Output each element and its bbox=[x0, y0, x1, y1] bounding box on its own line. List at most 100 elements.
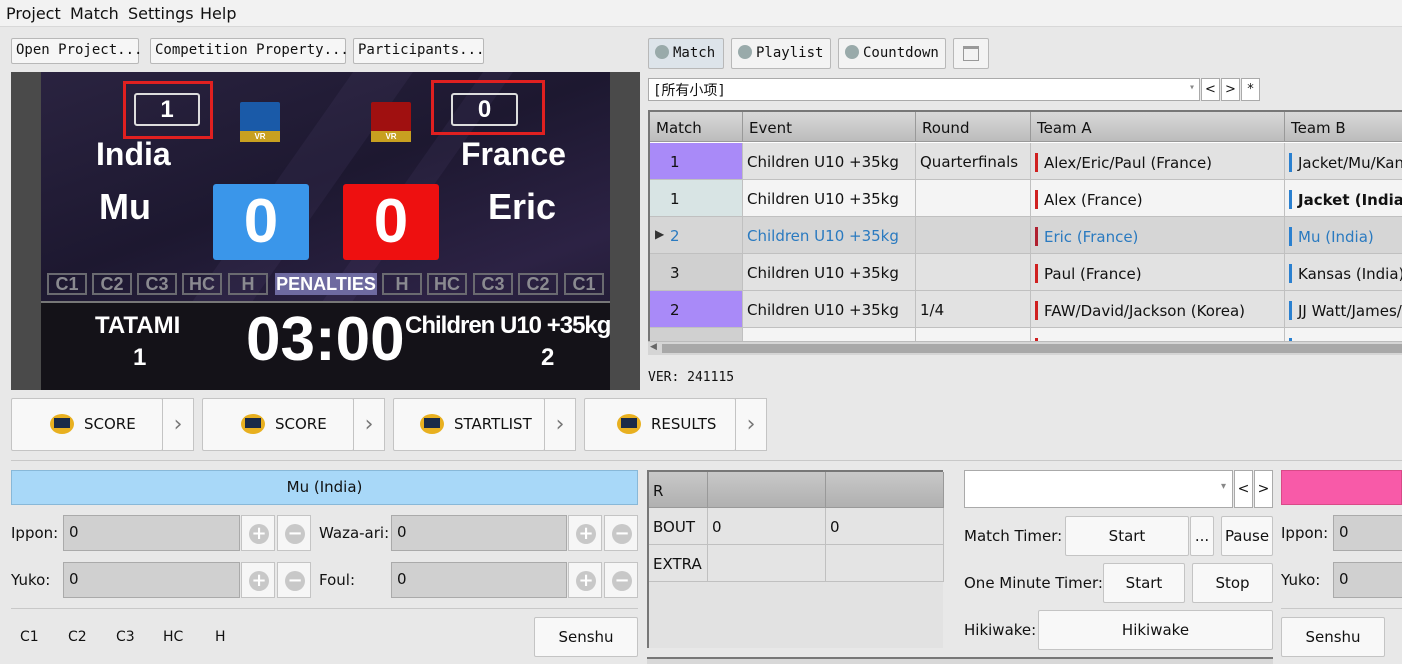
grid-cell[interactable]: 0 bbox=[708, 508, 826, 545]
table-cell-match[interactable]: ▶ 2 bbox=[650, 217, 743, 254]
display-3-chevron-right-icon[interactable]: › bbox=[544, 398, 576, 451]
one-minute-stop-button[interactable]: Stop bbox=[1192, 563, 1273, 603]
grid-cell[interactable] bbox=[708, 545, 826, 582]
foul-plus-button[interactable]: + bbox=[568, 562, 602, 598]
participants-button[interactable]: Participants... bbox=[353, 38, 484, 64]
table-cell-event[interactable]: Children U10 +35kg bbox=[743, 254, 916, 291]
menu-help[interactable]: Help bbox=[200, 4, 236, 23]
competition-property-button[interactable]: Competition Property... bbox=[150, 38, 349, 64]
ippon-b-field[interactable]: 0 bbox=[1333, 515, 1402, 551]
table-cell-team-b[interactable]: Kansas (India) bbox=[1285, 254, 1402, 291]
display-score-1-button[interactable]: SCORE bbox=[11, 398, 163, 451]
playlist-button[interactable]: Playlist bbox=[731, 38, 831, 69]
table-row-partial[interactable] bbox=[1285, 328, 1402, 342]
display-score-2-button[interactable]: SCORE bbox=[202, 398, 354, 451]
hikiwake-button[interactable]: Hikiwake bbox=[1038, 610, 1273, 650]
col-header-team-b[interactable]: Team B bbox=[1285, 112, 1402, 142]
countdown-button[interactable]: Countdown bbox=[838, 38, 946, 69]
table-cell-team-b[interactable]: Jacket/Mu/Kan bbox=[1285, 143, 1402, 180]
wazaari-field[interactable]: 0 bbox=[391, 515, 567, 551]
table-cell-event[interactable]: Children U10 +35kg bbox=[743, 217, 916, 254]
match-timer-start-button[interactable]: Start bbox=[1065, 516, 1189, 556]
col-header-match[interactable]: Match bbox=[650, 112, 743, 142]
display-results-button[interactable]: RESULTS bbox=[584, 398, 736, 451]
menu-settings[interactable]: Settings bbox=[128, 4, 194, 23]
penalty-c2-toggle[interactable]: C2 bbox=[68, 629, 87, 645]
yuko-field[interactable]: 0 bbox=[63, 562, 240, 598]
display-1-chevron-right-icon[interactable]: › bbox=[162, 398, 194, 451]
table-cell-round[interactable] bbox=[916, 254, 1031, 291]
senshu-a-button[interactable]: Senshu bbox=[534, 617, 638, 657]
table-row-partial[interactable] bbox=[916, 328, 1031, 342]
match-tab-button[interactable]: Match bbox=[648, 38, 724, 69]
table-cell-match[interactable]: 1 bbox=[650, 143, 743, 180]
table-cell-match[interactable]: 3 bbox=[650, 254, 743, 291]
penalty-c1-toggle[interactable]: C1 bbox=[20, 629, 39, 645]
wazaari-minus-button[interactable]: − bbox=[604, 515, 638, 551]
table-cell-team-a[interactable]: FAW/David/Jackson (Korea) bbox=[1031, 291, 1285, 328]
grid-cell[interactable] bbox=[826, 545, 944, 582]
table-cell-match[interactable]: 2 bbox=[650, 291, 743, 328]
timer-select[interactable] bbox=[964, 470, 1233, 508]
timer-prev-button[interactable]: < bbox=[1234, 470, 1253, 508]
table-cell-team-a[interactable]: Alex (France) bbox=[1031, 180, 1285, 217]
table-row-partial[interactable] bbox=[650, 328, 743, 342]
table-horizontal-scrollbar[interactable]: ◀ bbox=[648, 341, 1402, 355]
filter-next-button[interactable]: > bbox=[1221, 78, 1240, 101]
col-header-round[interactable]: Round bbox=[916, 112, 1031, 142]
table-row-partial[interactable] bbox=[743, 328, 916, 342]
ippon-minus-button[interactable]: − bbox=[277, 515, 311, 551]
filter-prev-button[interactable]: < bbox=[1201, 78, 1220, 101]
event-filter-select[interactable]: [所有小项] ▾ bbox=[648, 78, 1200, 101]
table-cell-team-a[interactable]: Eric (France) bbox=[1031, 217, 1285, 254]
wazaari-plus-button[interactable]: + bbox=[568, 515, 602, 551]
table-cell-round[interactable] bbox=[916, 180, 1031, 217]
table-cell-round[interactable] bbox=[916, 217, 1031, 254]
team-a-text: Paul (France) bbox=[1044, 265, 1142, 283]
table-cell-round[interactable]: 1/4 bbox=[916, 291, 1031, 328]
yuko-plus-button[interactable]: + bbox=[241, 562, 275, 598]
table-cell-team-a[interactable]: Paul (France) bbox=[1031, 254, 1285, 291]
match-timer-pause-button[interactable]: Pause bbox=[1221, 516, 1273, 556]
one-minute-start-button[interactable]: Start bbox=[1103, 563, 1185, 603]
scroll-left-icon[interactable]: ◀ bbox=[650, 342, 657, 352]
yuko-label: Yuko: bbox=[11, 571, 51, 589]
match-clock: 03:00 bbox=[246, 305, 405, 374]
display-startlist-button[interactable]: STARTLIST bbox=[393, 398, 545, 451]
senshu-b-button[interactable]: Senshu bbox=[1281, 617, 1385, 657]
timer-next-button[interactable]: > bbox=[1254, 470, 1273, 508]
table-cell-team-a[interactable]: Alex/Eric/Paul (France) bbox=[1031, 143, 1285, 180]
table-cell-event[interactable]: Children U10 +35kg bbox=[743, 143, 916, 180]
col-header-event[interactable]: Event bbox=[743, 112, 916, 142]
display-2-chevron-right-icon[interactable]: › bbox=[353, 398, 385, 451]
penalty-c3-toggle[interactable]: C3 bbox=[116, 629, 135, 645]
yuko-minus-button[interactable]: − bbox=[277, 562, 311, 598]
table-cell-event[interactable]: Children U10 +35kg bbox=[743, 291, 916, 328]
table-cell-match[interactable]: 1 bbox=[650, 180, 743, 217]
table-cell-team-b[interactable]: Jacket (India) bbox=[1285, 180, 1402, 217]
penalty-hc-toggle[interactable]: HC bbox=[163, 629, 183, 645]
open-project-button[interactable]: Open Project... bbox=[11, 38, 142, 64]
match-timer-more-button[interactable]: ... bbox=[1190, 516, 1214, 556]
window-button[interactable] bbox=[953, 38, 989, 69]
table-cell-team-b[interactable]: Mu (India) bbox=[1285, 217, 1402, 254]
table-cell-event[interactable]: Children U10 +35kg bbox=[743, 180, 916, 217]
col-header-team-a[interactable]: Team A bbox=[1031, 112, 1285, 142]
menu-match[interactable]: Match bbox=[70, 4, 119, 23]
grid-cell[interactable]: 0 bbox=[826, 508, 944, 545]
foul-field[interactable]: 0 bbox=[391, 562, 567, 598]
display-4-chevron-right-icon[interactable]: › bbox=[735, 398, 767, 451]
scrollbar-thumb[interactable] bbox=[662, 344, 1402, 353]
filter-star-button[interactable]: * bbox=[1241, 78, 1260, 101]
ippon-field[interactable]: 0 bbox=[63, 515, 240, 551]
penalty-right-c3: C3 bbox=[473, 273, 513, 295]
ippon-plus-button[interactable]: + bbox=[241, 515, 275, 551]
foul-minus-button[interactable]: − bbox=[604, 562, 638, 598]
table-row-partial[interactable] bbox=[1031, 328, 1285, 342]
menu-project[interactable]: Project bbox=[6, 4, 61, 23]
table-cell-round[interactable]: Quarterfinals bbox=[916, 143, 1031, 180]
penalty-h-toggle[interactable]: H bbox=[215, 629, 226, 645]
team-a-text: Eric (France) bbox=[1044, 228, 1139, 246]
table-cell-team-b[interactable]: JJ Watt/James/ bbox=[1285, 291, 1402, 328]
yuko-b-field[interactable]: 0 bbox=[1333, 562, 1402, 598]
